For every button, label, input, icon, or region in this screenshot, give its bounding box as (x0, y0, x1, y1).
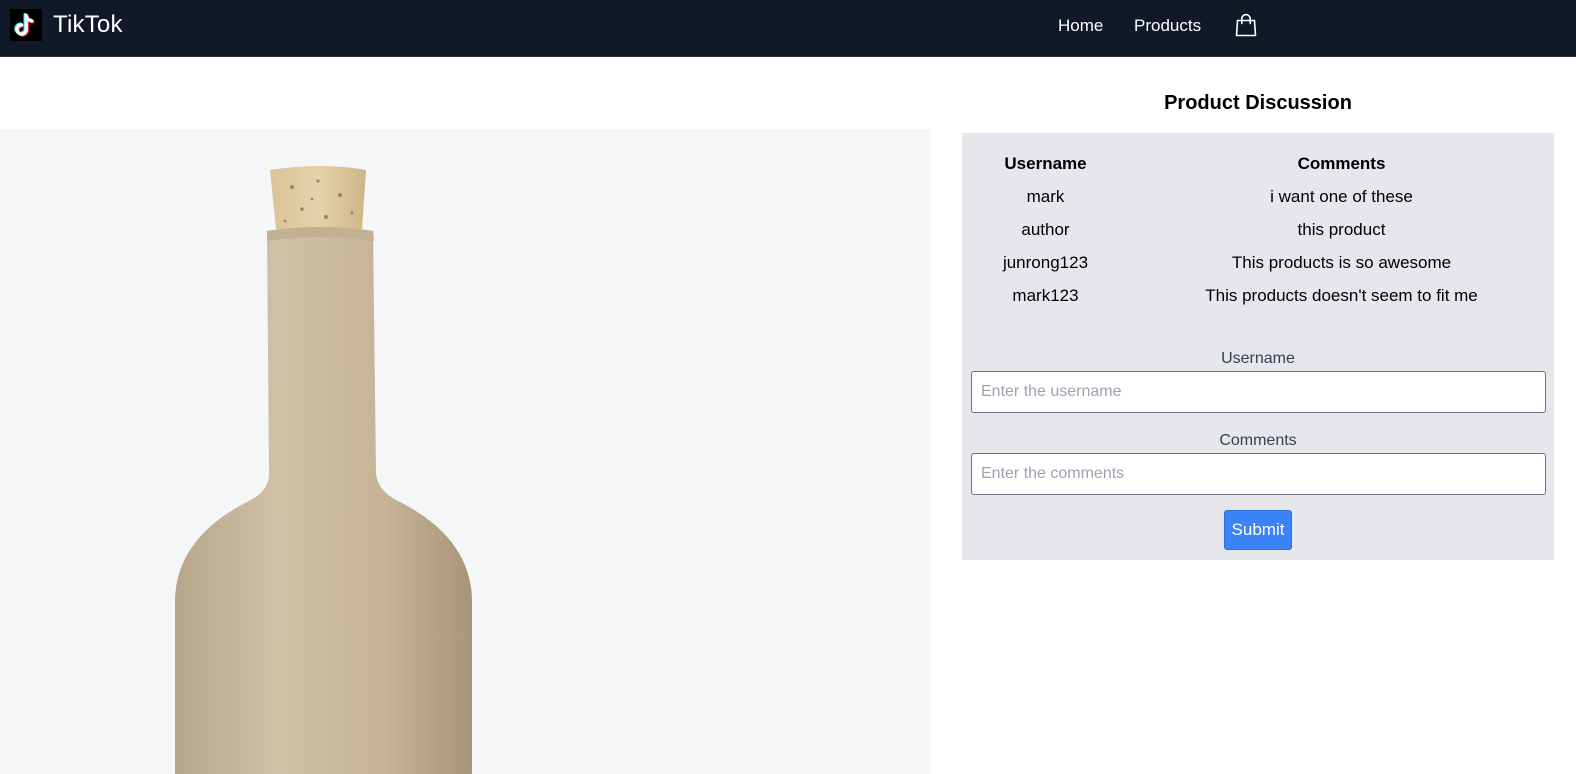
table-row: mark123 This products doesn't seem to fi… (962, 279, 1554, 312)
submit-button[interactable]: Submit (1224, 510, 1292, 550)
username-input[interactable] (971, 371, 1546, 413)
brand[interactable]: TikTok (10, 9, 123, 41)
shopping-bag-icon[interactable] (1235, 13, 1257, 37)
table-header-row: Username Comments (962, 147, 1554, 180)
cell-username: mark (1026, 187, 1065, 206)
column-header-comments: Comments (1297, 154, 1386, 173)
cell-username: junrong123 (1002, 253, 1089, 272)
cell-username: mark123 (1012, 286, 1079, 305)
comments-input[interactable] (971, 453, 1546, 495)
comments-label: Comments (1219, 432, 1297, 449)
cell-username: author (1021, 220, 1070, 239)
brand-name: TikTok (53, 11, 123, 38)
table-row: author this product (962, 213, 1554, 246)
discussion-panel: Username Comments mark i want one of the… (962, 133, 1554, 560)
product-bottle-image (175, 166, 472, 774)
nav-link-home[interactable]: Home (1058, 15, 1103, 37)
cell-comment: This products doesn't seem to fit me (1205, 286, 1478, 305)
comments-table: Username Comments mark i want one of the… (962, 147, 1554, 312)
nav-link-products[interactable]: Products (1134, 15, 1201, 37)
cell-comment: this product (1297, 220, 1386, 239)
cell-comment: This products is so awesome (1231, 253, 1452, 272)
top-navbar: TikTok Home Products (0, 0, 1576, 57)
tiktok-logo-icon (10, 9, 42, 41)
product-image (0, 129, 930, 774)
column-header-username: Username (1004, 154, 1087, 173)
table-row: junrong123 This products is so awesome (962, 246, 1554, 279)
discussion-title: Product Discussion (1164, 92, 1352, 114)
username-label: Username (1221, 350, 1295, 367)
cell-comment: i want one of these (1270, 187, 1413, 206)
table-row: mark i want one of these (962, 180, 1554, 213)
